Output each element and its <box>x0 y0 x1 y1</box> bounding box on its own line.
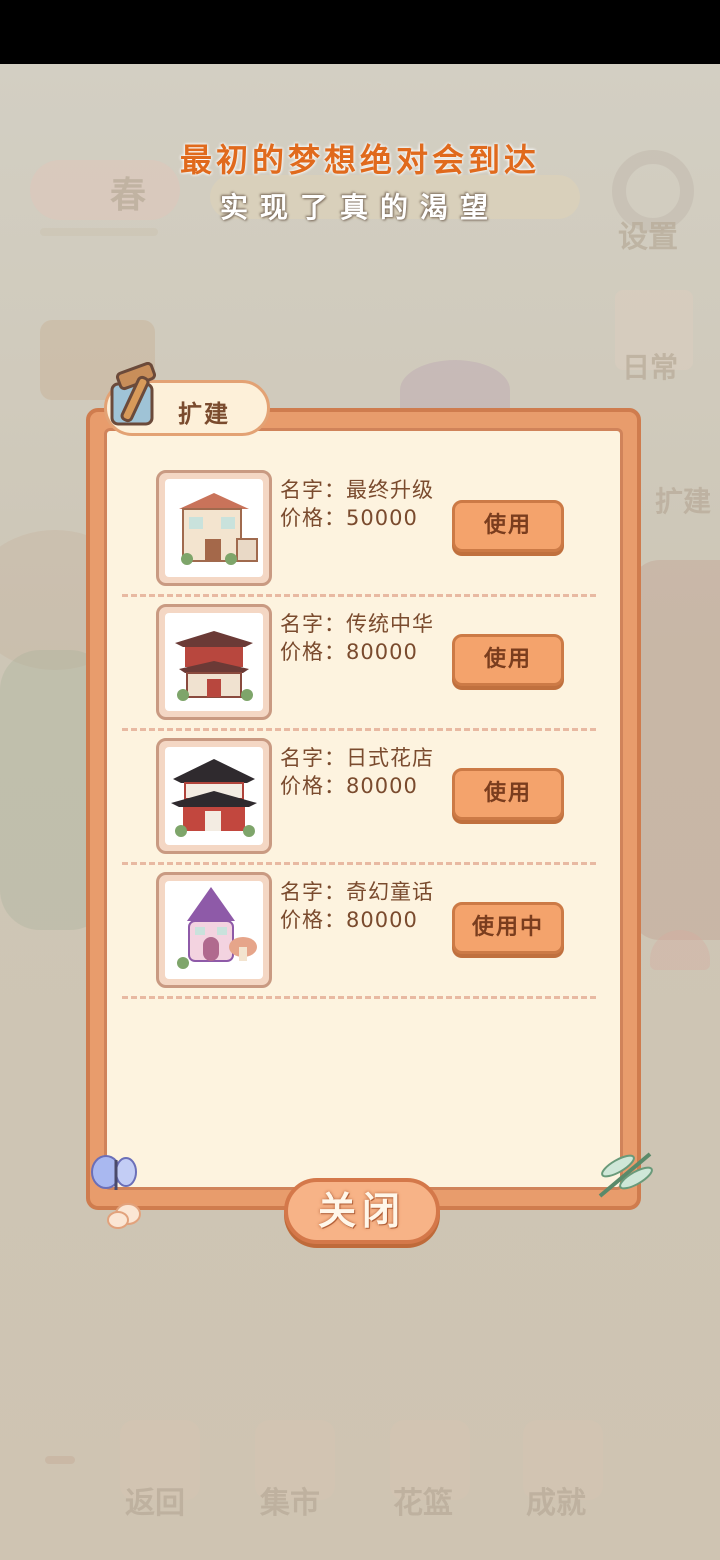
banner-line-1: 最初的梦想绝对会到达 <box>179 141 540 179</box>
item-price: 价格：80000 <box>280 640 418 664</box>
list-item: 名字：日式花店 价格：80000 使用 <box>122 738 596 872</box>
list-item: 名字：奇幻童话 价格：80000 使用中 <box>122 872 596 1006</box>
item-price: 价格：50000 <box>280 506 418 530</box>
in-use-button[interactable]: 使用中 <box>452 902 564 954</box>
item-price: 价格：80000 <box>280 774 418 798</box>
minus-icon <box>45 1456 75 1464</box>
building-thumbnail <box>156 470 272 586</box>
use-button[interactable]: 使用 <box>452 634 564 686</box>
list-item: 名字：传统中华 价格：80000 使用 <box>122 604 596 738</box>
building-thumbnail <box>156 604 272 720</box>
use-button[interactable]: 使用 <box>452 768 564 820</box>
use-button[interactable]: 使用 <box>452 500 564 552</box>
divider <box>122 996 596 999</box>
daily-label: 日常 <box>622 351 679 384</box>
building-thumbnail <box>156 738 272 854</box>
divider <box>122 862 596 865</box>
close-button[interactable]: 关闭 <box>284 1178 440 1244</box>
chinese-house-icon <box>175 631 253 701</box>
expand-side-label: 扩建 <box>655 485 712 518</box>
item-price: 价格：80000 <box>280 908 418 932</box>
list-item: 名字：最终升级 价格：50000 使用 <box>122 470 596 604</box>
status-bar <box>0 0 720 64</box>
fairy-house-icon <box>177 887 257 969</box>
banner-line-2: 实现了真的渴望 <box>219 191 500 224</box>
divider <box>122 728 596 731</box>
season-progress-bar <box>40 228 158 236</box>
item-name: 名字：最终升级 <box>280 478 434 502</box>
shop-decoration <box>630 560 720 940</box>
japanese-house-icon <box>171 759 257 837</box>
dragonfly-icon <box>598 1152 653 1198</box>
divider <box>122 594 596 597</box>
basket-nav-label: 花篮 <box>393 1486 453 1521</box>
achievement-nav-label: 成就 <box>526 1486 586 1521</box>
butterfly-icon <box>91 1155 141 1229</box>
hammer-icon <box>110 362 157 426</box>
market-nav-label: 集市 <box>260 1486 320 1521</box>
building-thumbnail <box>156 872 272 988</box>
house-icon <box>179 493 258 565</box>
dialog-title: 扩建 <box>178 400 230 428</box>
item-name: 名字：日式花店 <box>280 746 434 770</box>
item-name: 名字：奇幻童话 <box>280 880 434 904</box>
back-nav-label: 返回 <box>125 1486 185 1521</box>
item-name: 名字：传统中华 <box>280 612 434 636</box>
